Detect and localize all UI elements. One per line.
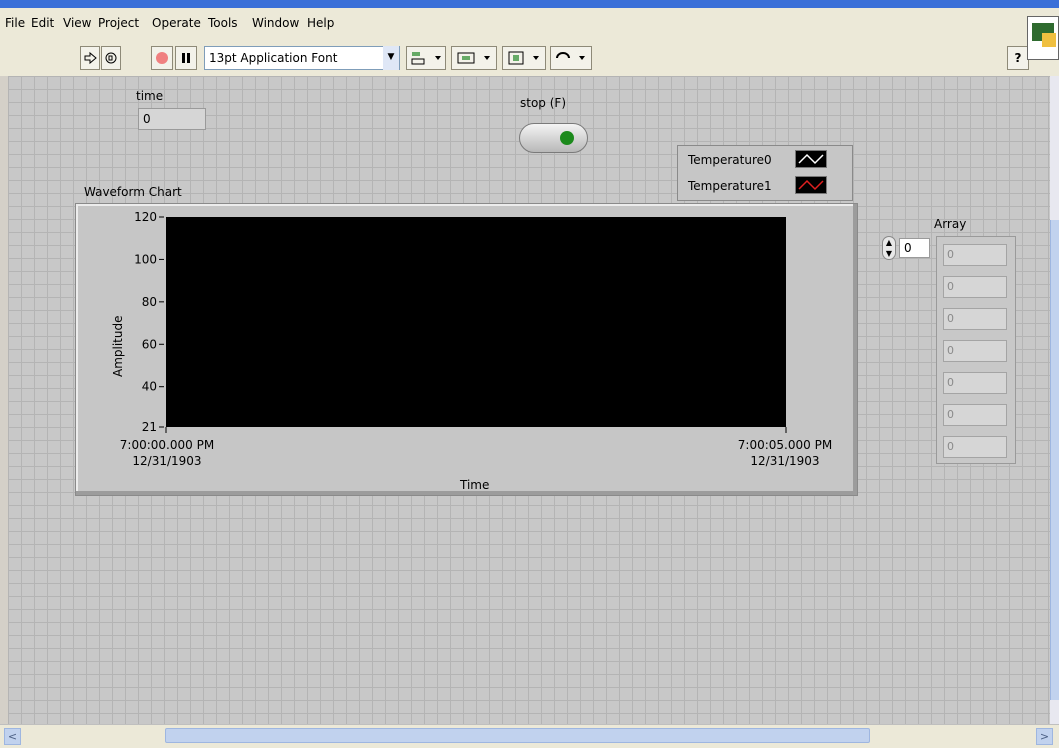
scroll-right-arrow-icon[interactable]: > [1036,728,1053,745]
y-axis-label: Amplitude [111,315,125,378]
array-element[interactable]: 0 [943,404,1007,426]
x-tick-end-time: 7:00:05.000 PM [737,438,833,452]
array-element[interactable]: 0 [943,340,1007,362]
y-tick-label: 100 [134,252,157,266]
array-element[interactable]: 0 [943,372,1007,394]
x-axis-label: Time [460,478,490,492]
array-element[interactable]: 0 [943,436,1007,458]
array-element[interactable]: 0 [943,308,1007,330]
scroll-left-arrow-icon[interactable]: < [4,728,21,745]
y-tick-label: 60 [142,337,157,351]
y-tick-label: 120 [134,210,157,224]
x-tick-start-date: 12/31/1903 [132,454,202,468]
array-element[interactable]: 0 [943,276,1007,298]
x-tick-start-time: 7:00:00.000 PM [119,438,215,452]
y-tick-label: 40 [142,380,157,394]
chart-axes: 120 100 80 60 40 21 [134,210,787,434]
array-element[interactable]: 0 [943,244,1007,266]
y-tick-label: 21 [142,420,157,434]
array-index-value[interactable]: 0 [899,238,930,258]
array-label: Array [934,217,967,231]
x-tick-end-date: 12/31/1903 [750,454,820,468]
index-stepper-icon[interactable]: ▲ ▼ [882,236,896,260]
array-index-control[interactable]: ▲ ▼ 0 [882,236,930,260]
y-tick-label: 80 [142,295,157,309]
vertical-scroll-thumb[interactable] [1050,220,1059,700]
horizontal-scroll-thumb[interactable] [165,728,870,743]
